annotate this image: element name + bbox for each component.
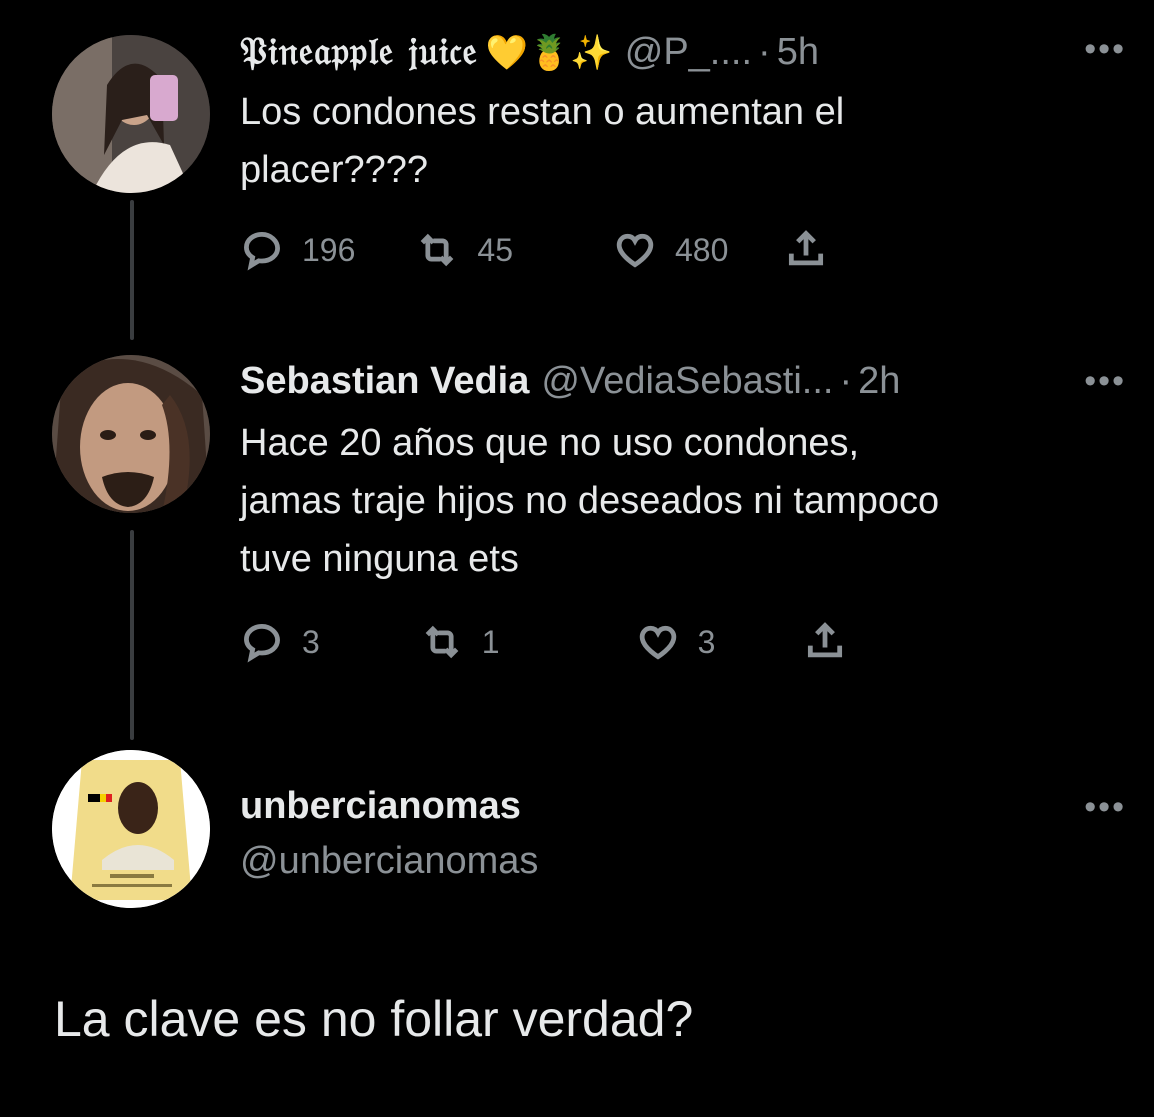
- reply-text: La clave es no follar verdad?: [54, 991, 694, 1047]
- like-icon: [616, 233, 654, 268]
- reply-count: 3: [302, 623, 320, 660]
- author-name[interactable]: Sebastian Vedia: [240, 360, 529, 403]
- author-handle[interactable]: @P_....: [625, 31, 752, 74]
- tweet-text-line: Los condones restan o aumentan el: [240, 91, 845, 133]
- tweet-header: Sebastian Vedia @VediaSebasti... · 2h: [240, 360, 900, 403]
- thread-connector: [130, 200, 134, 340]
- reply-icon: [244, 232, 280, 271]
- reply-button[interactable]: 196: [240, 228, 355, 272]
- more-icon[interactable]: •••: [1084, 30, 1126, 69]
- avatar[interactable]: [52, 750, 210, 908]
- reply-icon: [244, 624, 280, 663]
- tweet-text-line: Hace 20 años que no uso condones,: [240, 422, 860, 464]
- retweet-icon: [421, 233, 454, 267]
- tweet-text-line: placer????: [240, 149, 429, 191]
- tweet-header: 𝔓𝔦𝔫𝔢𝔞𝔭𝔭𝔩𝔢 𝔧𝔲𝔦𝔠𝔢 💛🍍✨ @P_.... · 5h: [240, 28, 819, 74]
- thread-connector: [130, 530, 134, 740]
- like-button[interactable]: 3: [636, 620, 716, 664]
- retweet-button[interactable]: 1: [420, 620, 500, 664]
- more-icon[interactable]: •••: [1084, 788, 1126, 827]
- tweet-actions: 3 1 3: [240, 620, 847, 664]
- like-count: 480: [674, 231, 729, 268]
- share-button[interactable]: [784, 228, 828, 272]
- share-button[interactable]: [803, 620, 847, 664]
- author-handle[interactable]: @unbercianomas: [240, 840, 538, 883]
- share-icon: [808, 622, 843, 658]
- retweet-icon: [425, 625, 459, 659]
- timestamp[interactable]: 5h: [777, 31, 819, 74]
- separator-dot: ·: [758, 31, 771, 73]
- tweet-text-line: tuve ninguna ets: [240, 538, 519, 580]
- separator-dot: ·: [839, 360, 853, 402]
- avatar[interactable]: [52, 355, 210, 513]
- author-name[interactable]: unbercianomas: [240, 785, 521, 828]
- timestamp[interactable]: 2h: [858, 360, 900, 403]
- like-count: 3: [697, 623, 716, 660]
- tweet-text-line: jamas traje hijos no deseados ni tampoco: [240, 480, 940, 522]
- tweet-actions: 196 45 480: [240, 228, 828, 272]
- more-icon[interactable]: •••: [1084, 362, 1126, 401]
- share-icon: [789, 230, 824, 266]
- like-icon: [639, 625, 676, 660]
- tweet-text: Los condones restan o aumentan el placer…: [240, 83, 844, 199]
- reply-button[interactable]: 3: [240, 620, 320, 664]
- retweet-count: 45: [477, 231, 513, 268]
- reply-count: 196: [302, 231, 356, 268]
- avatar[interactable]: [52, 35, 210, 193]
- reply-header: unbercianomas: [240, 785, 521, 828]
- emoji-decoration: 💛🍍✨: [485, 34, 613, 72]
- like-button[interactable]: 480: [613, 228, 728, 272]
- author-handle[interactable]: @VediaSebasti...: [541, 360, 833, 403]
- author-name[interactable]: 𝔓𝔦𝔫𝔢𝔞𝔭𝔭𝔩𝔢 𝔧𝔲𝔦𝔠𝔢: [240, 28, 478, 74]
- tweet-text: Hace 20 años que no uso condones, jamas …: [240, 414, 939, 588]
- retweet-button[interactable]: 45: [415, 228, 513, 272]
- retweet-count: 1: [481, 623, 500, 660]
